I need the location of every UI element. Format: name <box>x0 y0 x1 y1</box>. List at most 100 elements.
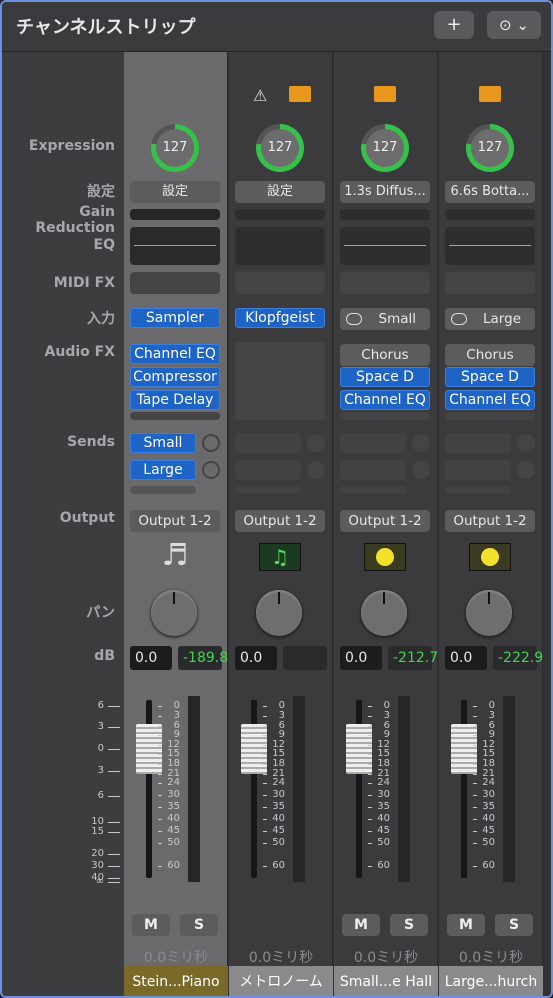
meter-tick-mark <box>158 706 162 707</box>
output-button[interactable]: Output 1-2 <box>130 510 220 532</box>
meter-tick-mark <box>473 726 477 727</box>
volume-value: 0.0 <box>340 646 382 670</box>
expression-knob[interactable]: 127 <box>256 124 304 172</box>
volume-fader[interactable] <box>241 724 267 774</box>
audio-fx-empty-slot[interactable] <box>340 412 430 420</box>
send-empty-slot[interactable] <box>235 460 301 480</box>
send-empty-slot[interactable] <box>445 460 511 480</box>
send-button[interactable]: Large <box>130 460 196 480</box>
delay-text: 0.0ミリ秒 <box>248 950 314 966</box>
settings-button[interactable]: 6.6s Botta... <box>445 181 535 203</box>
output-button[interactable]: Output 1-2 <box>235 510 325 532</box>
meter-tick-mark <box>263 843 267 844</box>
expression-value: 127 <box>471 129 509 167</box>
pan-knob[interactable] <box>151 590 197 636</box>
eq-display[interactable] <box>340 227 430 265</box>
mute-button[interactable]: M <box>447 914 485 936</box>
send-empty-slot[interactable] <box>340 486 406 494</box>
pan-indicator <box>488 592 490 604</box>
output-button[interactable]: Output 1-2 <box>445 510 535 532</box>
audio-fx-button[interactable]: Channel EQ <box>340 390 430 410</box>
stereo-link-icon <box>346 313 362 325</box>
scale-tick-label: 15 <box>91 826 104 837</box>
audio-fx-button[interactable]: Channel EQ <box>445 390 535 410</box>
send-button[interactable]: Small <box>130 433 196 453</box>
meter-tick-label: 40 <box>272 813 285 824</box>
send-empty-slot[interactable] <box>235 486 301 494</box>
midi-fx-slot[interactable] <box>130 272 220 294</box>
meter-tick-label: 60 <box>272 860 285 871</box>
audio-fx-button[interactable]: Space D <box>445 367 535 387</box>
volume-fader[interactable] <box>451 724 477 774</box>
expression-knob[interactable]: 127 <box>361 124 409 172</box>
eq-display[interactable] <box>235 227 325 265</box>
settings-button[interactable]: 設定 <box>130 181 220 203</box>
meter-tick-mark <box>368 726 372 727</box>
expression-knob[interactable]: 127 <box>151 124 199 172</box>
midi-fx-slot[interactable] <box>340 272 430 294</box>
audio-fx-button[interactable]: Chorus <box>445 344 535 366</box>
output-button[interactable]: Output 1-2 <box>340 510 430 532</box>
audio-fx-button[interactable]: Chorus <box>340 344 430 366</box>
input-button[interactable]: Sampler <box>130 308 220 328</box>
level-meter <box>398 696 410 882</box>
audio-fx-button[interactable]: Compressor <box>130 367 220 387</box>
meter-tick-mark <box>158 716 162 717</box>
send-empty-slot[interactable] <box>445 433 511 453</box>
send-empty-slot[interactable] <box>235 433 301 453</box>
send-level-knob[interactable] <box>202 461 220 479</box>
settings-button[interactable]: 設定 <box>235 181 325 203</box>
send-empty-slot[interactable] <box>340 460 406 480</box>
send-empty-slot[interactable] <box>130 486 196 494</box>
audio-fx-label: Audio FX <box>44 344 115 360</box>
pan-knob[interactable] <box>256 590 302 636</box>
meter-tick-mark <box>473 795 477 796</box>
pan-knob[interactable] <box>466 590 512 636</box>
audio-fx-empty-slot[interactable] <box>445 412 535 420</box>
solo-button[interactable]: S <box>390 914 428 936</box>
audio-fx-empty-slot[interactable] <box>130 412 220 420</box>
more-options-button[interactable]: ⊙ ⌄ <box>487 11 541 39</box>
midi-fx-slot[interactable] <box>235 272 325 294</box>
mute-button[interactable]: M <box>342 914 380 936</box>
settings-button[interactable]: 1.3s Diffus... <box>340 181 430 203</box>
track-name[interactable]: メトロノーム <box>229 966 333 996</box>
volume-fader[interactable] <box>346 724 372 774</box>
meter-tick-mark <box>368 783 372 784</box>
mute-button[interactable]: M <box>132 914 170 936</box>
audio-fx-empty-area[interactable] <box>235 342 325 420</box>
mixer-body: Expression 設定 Gain Reduction EQ MIDI FX … <box>2 52 551 996</box>
send-empty-knob <box>412 434 430 452</box>
audio-fx-button[interactable]: Tape Delay <box>130 390 220 410</box>
pan-knob[interactable] <box>361 590 407 636</box>
input-button[interactable]: Klopfgeist <box>235 308 325 328</box>
channel-strip: ⚠ 127 設定 Klopfgeist Output 1-2 ♫ 0.0 0 3 6 9 12 15 18… <box>229 52 333 996</box>
midi-fx-slot[interactable] <box>445 272 535 294</box>
eq-display[interactable] <box>445 227 535 265</box>
send-empty-slot[interactable] <box>340 433 406 453</box>
track-name[interactable]: Small...e Hall <box>334 966 438 996</box>
meter-tick-label: 45 <box>167 825 180 836</box>
meter-tick-mark <box>368 706 372 707</box>
eq-display[interactable] <box>130 227 220 265</box>
meter-tick-mark <box>473 843 477 844</box>
meter-tick-mark <box>158 774 162 775</box>
solo-button[interactable]: S <box>180 914 218 936</box>
add-button[interactable]: + <box>434 11 474 39</box>
scale-tick-label: 6 <box>97 700 104 711</box>
audio-fx-button[interactable]: Space D <box>340 367 430 387</box>
send-empty-slot[interactable] <box>445 486 511 494</box>
meter-tick-label: 30 <box>377 789 390 800</box>
solo-button[interactable]: S <box>495 914 533 936</box>
meter-tick-mark <box>473 706 477 707</box>
meter-tick-label: 60 <box>482 860 495 871</box>
track-name[interactable]: Large...hurch <box>439 966 543 996</box>
folder-icon <box>479 86 501 102</box>
track-name[interactable]: Stein...Piano <box>124 966 228 996</box>
meter-tick-label: 30 <box>482 789 495 800</box>
meter-tick-label: 60 <box>377 860 390 871</box>
volume-fader[interactable] <box>136 724 162 774</box>
send-level-knob[interactable] <box>202 434 220 452</box>
expression-knob[interactable]: 127 <box>466 124 514 172</box>
audio-fx-button[interactable]: Channel EQ <box>130 344 220 364</box>
